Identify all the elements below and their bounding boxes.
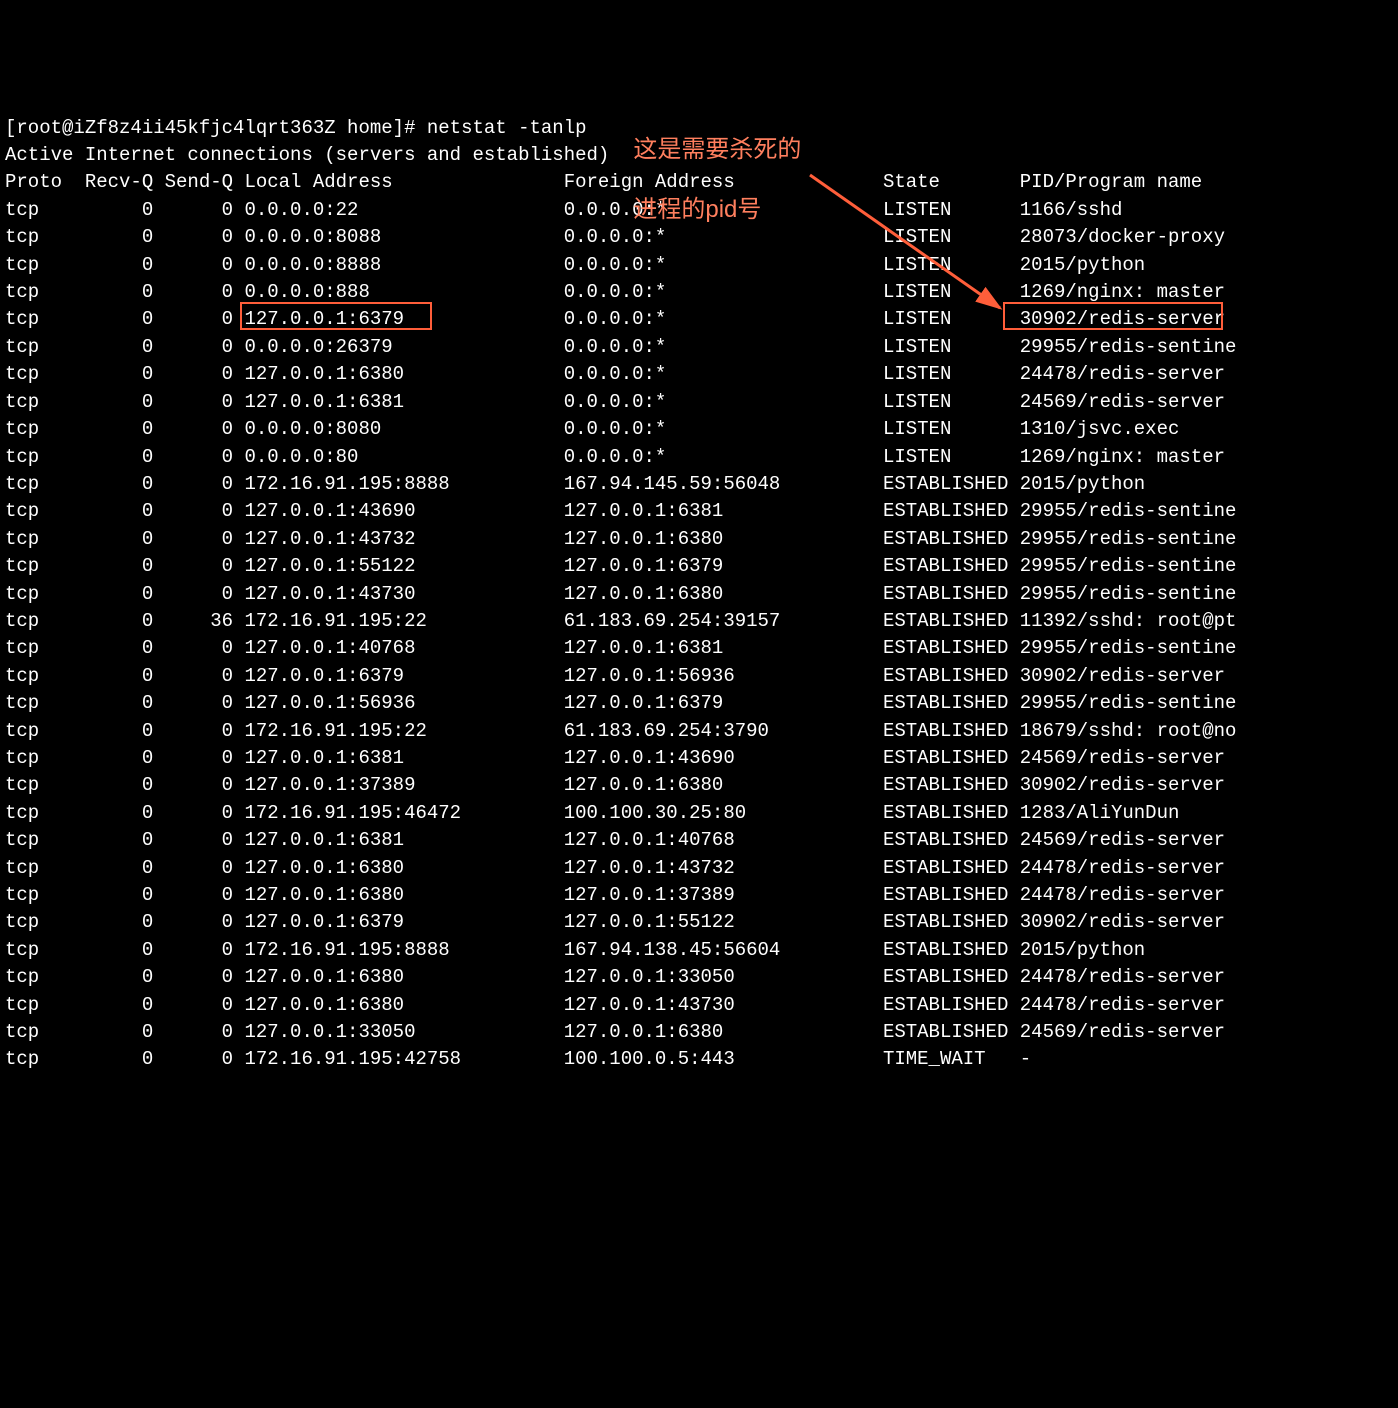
terminal-line: tcp 0 0 127.0.0.1:6379 0.0.0.0:* LISTEN … <box>5 306 1393 333</box>
terminal-line: tcp 0 0 0.0.0.0:22 0.0.0.0:* LISTEN 1166… <box>5 197 1393 224</box>
terminal-line: tcp 0 0 0.0.0.0:80 0.0.0.0:* LISTEN 1269… <box>5 444 1393 471</box>
terminal-line: tcp 0 0 127.0.0.1:6380 127.0.0.1:33050 E… <box>5 964 1393 991</box>
terminal-line: tcp 0 0 127.0.0.1:6381 0.0.0.0:* LISTEN … <box>5 389 1393 416</box>
terminal-line: tcp 0 0 0.0.0.0:26379 0.0.0.0:* LISTEN 2… <box>5 334 1393 361</box>
terminal-line: tcp 0 0 172.16.91.195:42758 100.100.0.5:… <box>5 1046 1393 1073</box>
terminal-line: tcp 0 0 0.0.0.0:8080 0.0.0.0:* LISTEN 13… <box>5 416 1393 443</box>
terminal-line: tcp 0 0 127.0.0.1:43732 127.0.0.1:6380 E… <box>5 526 1393 553</box>
terminal-line: tcp 0 0 172.16.91.195:8888 167.94.145.59… <box>5 471 1393 498</box>
terminal-line: tcp 0 0 0.0.0.0:8888 0.0.0.0:* LISTEN 20… <box>5 252 1393 279</box>
terminal-line: tcp 0 0 127.0.0.1:6380 127.0.0.1:43730 E… <box>5 992 1393 1019</box>
terminal-line: tcp 0 0 127.0.0.1:43690 127.0.0.1:6381 E… <box>5 498 1393 525</box>
terminal-line: tcp 0 0 127.0.0.1:43730 127.0.0.1:6380 E… <box>5 581 1393 608</box>
terminal-line: tcp 0 0 127.0.0.1:40768 127.0.0.1:6381 E… <box>5 635 1393 662</box>
terminal-line: tcp 0 0 172.16.91.195:22 61.183.69.254:3… <box>5 718 1393 745</box>
terminal-line: tcp 0 0 0.0.0.0:8088 0.0.0.0:* LISTEN 28… <box>5 224 1393 251</box>
terminal-line: tcp 0 0 0.0.0.0:888 0.0.0.0:* LISTEN 126… <box>5 279 1393 306</box>
terminal-line: Active Internet connections (servers and… <box>5 142 1393 169</box>
terminal-output: [root@iZf8z4ii45kfjc4lqrt363Z home]# net… <box>5 115 1393 1074</box>
terminal-line: tcp 0 0 127.0.0.1:6379 127.0.0.1:56936 E… <box>5 663 1393 690</box>
terminal-line: tcp 0 0 127.0.0.1:56936 127.0.0.1:6379 E… <box>5 690 1393 717</box>
terminal-line: tcp 0 0 127.0.0.1:6381 127.0.0.1:40768 E… <box>5 827 1393 854</box>
terminal-line: tcp 0 0 127.0.0.1:37389 127.0.0.1:6380 E… <box>5 772 1393 799</box>
terminal-line: tcp 0 0 127.0.0.1:6380 127.0.0.1:37389 E… <box>5 882 1393 909</box>
terminal-line: tcp 0 0 127.0.0.1:33050 127.0.0.1:6380 E… <box>5 1019 1393 1046</box>
terminal-line: tcp 0 0 172.16.91.195:46472 100.100.30.2… <box>5 800 1393 827</box>
terminal-line: tcp 0 36 172.16.91.195:22 61.183.69.254:… <box>5 608 1393 635</box>
terminal-line: tcp 0 0 127.0.0.1:6381 127.0.0.1:43690 E… <box>5 745 1393 772</box>
terminal-line: tcp 0 0 172.16.91.195:8888 167.94.138.45… <box>5 937 1393 964</box>
terminal-line: tcp 0 0 127.0.0.1:6380 127.0.0.1:43732 E… <box>5 855 1393 882</box>
terminal-line: tcp 0 0 127.0.0.1:6380 0.0.0.0:* LISTEN … <box>5 361 1393 388</box>
terminal-line: tcp 0 0 127.0.0.1:55122 127.0.0.1:6379 E… <box>5 553 1393 580</box>
terminal-line: tcp 0 0 127.0.0.1:6379 127.0.0.1:55122 E… <box>5 909 1393 936</box>
terminal-line: [root@iZf8z4ii45kfjc4lqrt363Z home]# net… <box>5 115 1393 142</box>
terminal-line: Proto Recv-Q Send-Q Local Address Foreig… <box>5 169 1393 196</box>
